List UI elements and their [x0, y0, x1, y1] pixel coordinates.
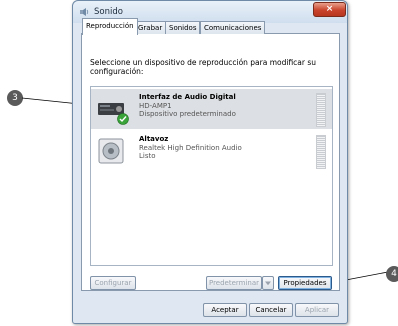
device-model: Realtek High Definition Audio [139, 143, 242, 152]
tab-sounds[interactable]: Sonidos [165, 21, 201, 34]
configure-button[interactable]: Configurar [90, 276, 136, 290]
device-text: Interfaz de Audio Digital HD-AMP1 Dispos… [139, 93, 236, 119]
chevron-down-icon [265, 281, 271, 286]
window-title: Sonido [94, 7, 123, 17]
device-item-speaker[interactable]: Altavoz Realtek High Definition Audio Li… [91, 131, 332, 171]
device-name: Interfaz de Audio Digital [139, 93, 236, 101]
device-status: Listo [139, 152, 156, 160]
tab-panel: Reproducción Grabar Sonidos Comunicacion… [81, 18, 340, 291]
speaker-icon [80, 8, 89, 16]
tab-strip: Reproducción Grabar Sonidos Comunicacion… [82, 18, 339, 35]
sound-dialog: Sonido × Reproducción Grabar Sonidos Com… [72, 0, 348, 324]
apply-button[interactable]: Aplicar [295, 303, 339, 317]
device-model: HD-AMP1 [139, 101, 172, 110]
cancel-button[interactable]: Cancelar [249, 303, 293, 317]
speaker-icon [98, 138, 124, 164]
tab-communications[interactable]: Comunicaciones [200, 21, 266, 34]
set-default-dropdown[interactable] [262, 276, 274, 290]
properties-button[interactable]: Propiedades [278, 276, 332, 290]
device-item-digital-audio[interactable]: Interfaz de Audio Digital HD-AMP1 Dispos… [91, 89, 332, 129]
device-status: Dispositivo predeterminado [139, 110, 236, 118]
device-name: Altavoz [139, 135, 169, 143]
accept-button[interactable]: Aceptar [203, 303, 247, 317]
level-meter [316, 93, 326, 127]
close-button[interactable]: × [313, 2, 346, 17]
set-default-button[interactable]: Predeterminar [206, 276, 262, 290]
callout-4: 4 [386, 266, 398, 282]
tab-recording[interactable]: Grabar [134, 21, 167, 34]
device-list[interactable]: Interfaz de Audio Digital HD-AMP1 Dispos… [90, 86, 333, 266]
check-icon [117, 113, 129, 125]
instruction-text: Seleccione un dispositivo de reproducció… [90, 58, 317, 76]
device-text: Altavoz Realtek High Definition Audio Li… [139, 135, 242, 161]
tab-playback[interactable]: Reproducción [82, 18, 138, 35]
close-icon: × [325, 4, 334, 14]
level-meter [316, 135, 326, 169]
